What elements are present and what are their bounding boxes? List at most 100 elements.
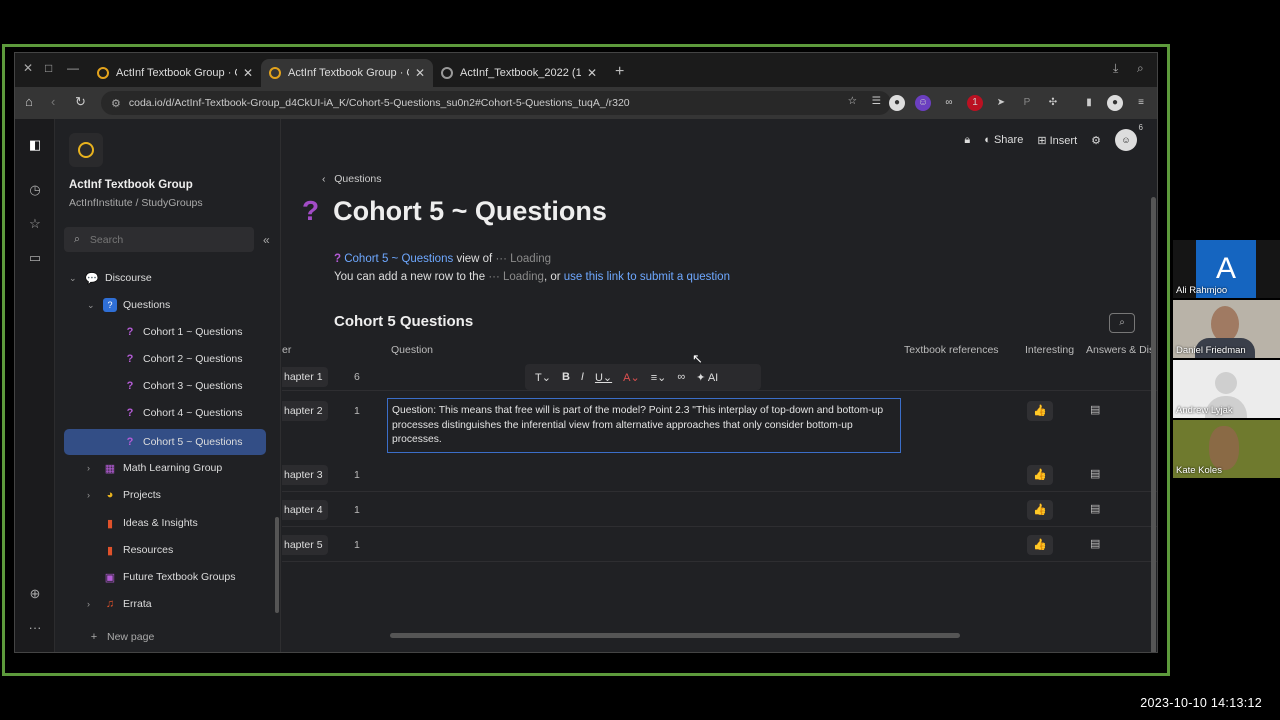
chapter-chip[interactable]: hapter 2 — [282, 401, 328, 421]
star-icon[interactable]: ☆ — [27, 216, 43, 232]
collapse-sidebar-icon[interactable]: « — [263, 233, 270, 247]
thumbs-up-icon[interactable]: 👍 — [1027, 401, 1053, 421]
sidebar-item-cohort-1[interactable]: ? Cohort 1 ~ Questions — [119, 319, 243, 345]
extension-p-icon[interactable]: P — [1019, 95, 1035, 111]
column-header-chapter[interactable]: er — [282, 344, 291, 356]
table-search-icon[interactable]: ⌕ — [1109, 313, 1135, 333]
sidebar-item-questions[interactable]: ⌄ ? Questions — [87, 292, 170, 318]
chevron-down-icon[interactable]: ⌄ — [69, 273, 81, 284]
reload-icon[interactable]: ↻ — [75, 94, 86, 110]
page-vertical-scrollbar[interactable] — [1151, 197, 1156, 652]
close-tab-icon[interactable]: ✕ — [243, 66, 253, 80]
chapter-chip[interactable]: hapter 4 — [282, 500, 328, 520]
document-icon[interactable]: ▤ — [1090, 403, 1100, 416]
extension-icon[interactable]: ☺ — [915, 95, 931, 111]
extension-arrow-icon[interactable]: ➤ — [993, 95, 1009, 111]
extension-badge-icon[interactable]: 1 — [967, 95, 983, 111]
table-row[interactable]: hapter 5 1 👍 ▤ — [282, 529, 1157, 562]
thumbs-up-icon[interactable]: 👍 — [1027, 535, 1053, 555]
text-color-icon[interactable]: A⌄ — [623, 371, 640, 384]
doc-logo-icon[interactable] — [69, 133, 103, 167]
share-button[interactable]: ◐ Share — [984, 134, 1023, 146]
column-header-question[interactable]: Question — [391, 344, 433, 356]
coda-logo-icon[interactable]: ◧ — [27, 137, 43, 153]
profile-icon[interactable]: ● — [1107, 95, 1123, 111]
tab-1[interactable]: ActInf Textbook Group · C ✕ — [89, 59, 261, 87]
extension-glasses-icon[interactable]: ∞ — [941, 95, 957, 111]
new-page-button[interactable]: + New page — [83, 624, 155, 650]
doc-path[interactable]: ActInfInstitute / StudyGroups — [69, 197, 203, 209]
avatar[interactable]: ☺ 6 — [1115, 123, 1143, 151]
participant-tile[interactable]: Andrew Lyjak — [1173, 360, 1280, 418]
sidebar-item-ideas-insights[interactable]: ▮ Ideas & Insights — [99, 510, 198, 536]
extension-avatar-icon[interactable]: ● — [889, 95, 905, 111]
site-info-icon[interactable]: ⚙ — [111, 97, 121, 110]
participant-tile[interactable]: Kate Koles — [1173, 420, 1280, 478]
doc-name[interactable]: ActInf Textbook Group — [69, 179, 193, 191]
sidebar-item-cohort-2[interactable]: ? Cohort 2 ~ Questions — [119, 346, 243, 372]
chevron-down-icon[interactable]: ⌄ — [87, 300, 99, 311]
tab-3[interactable]: ActInf_Textbook_2022 (1) ✕ — [433, 59, 605, 87]
sidebar-item-discourse[interactable]: ⌄ 💬 Discourse — [69, 265, 152, 291]
table-row[interactable]: hapter 3 1 👍 ▤ — [282, 459, 1157, 492]
table-horizontal-scrollbar[interactable] — [390, 633, 960, 638]
column-header-answers[interactable]: Answers & Dis — [1086, 344, 1154, 356]
close-tab-icon[interactable]: ✕ — [587, 66, 597, 80]
sidebar-item-cohort-5[interactable]: ? Cohort 5 ~ Questions — [64, 429, 266, 455]
settings-gear-icon[interactable]: ⚙ — [1091, 134, 1101, 147]
sidebar-item-future-textbook-groups[interactable]: ▣ Future Textbook Groups — [99, 564, 236, 590]
participant-tile[interactable]: Daniel Friedman — [1173, 300, 1280, 358]
lock-icon[interactable]: 🔒︎ — [964, 134, 970, 147]
thumbs-up-icon[interactable]: 👍 — [1027, 500, 1053, 520]
chevron-right-icon[interactable]: › — [87, 490, 99, 500]
insert-button[interactable]: ⊞ Insert — [1037, 134, 1077, 147]
maximize-icon[interactable]: □ — [45, 61, 52, 75]
back-icon[interactable]: ‹ — [51, 94, 55, 109]
breadcrumb[interactable]: ‹ Questions — [322, 173, 382, 185]
participant-tile[interactable]: A Ali Rahmjoo — [1173, 240, 1280, 298]
sidebar-item-errata[interactable]: › ♫ Errata — [87, 591, 152, 617]
chevron-right-icon[interactable]: › — [87, 463, 99, 473]
ai-button[interactable]: ✦ AI — [696, 371, 718, 384]
align-icon[interactable]: ≡⌄ — [651, 371, 667, 384]
underline-icon[interactable]: U⌄ — [595, 371, 612, 384]
menu-icon[interactable]: ≡ — [1133, 95, 1149, 111]
extensions-puzzle-icon[interactable]: ✣ — [1045, 95, 1061, 111]
table-row[interactable]: hapter 4 1 👍 ▤ — [282, 494, 1157, 527]
bold-icon[interactable]: B — [562, 371, 570, 383]
sidebar-item-cohort-4[interactable]: ? Cohort 4 ~ Questions — [119, 400, 243, 426]
reading-list-icon[interactable]: ☰ — [872, 95, 881, 107]
page-title[interactable]: ? Cohort 5 ~ Questions — [302, 195, 607, 227]
bookmark-star-icon[interactable]: ☆ — [848, 95, 857, 107]
chevron-right-icon[interactable]: › — [87, 599, 99, 609]
close-window-icon[interactable]: ✕ — [23, 61, 33, 75]
tab-search-icon[interactable]: ⤓ — [1113, 61, 1118, 76]
tab-2[interactable]: ActInf Textbook Group · C ✕ — [261, 59, 433, 87]
recent-icon[interactable]: ◷ — [27, 182, 43, 198]
home-icon[interactable]: ⌂ — [25, 94, 33, 109]
side-panel-icon[interactable]: ▮ — [1081, 95, 1097, 111]
sidebar-item-math-learning-group[interactable]: › ▦ Math Learning Group — [87, 455, 222, 481]
view-link[interactable]: Cohort 5 ~ Questions — [344, 253, 453, 265]
more-icon[interactable]: ··· — [27, 620, 43, 636]
sidebar-item-resources[interactable]: ▮ Resources — [99, 537, 173, 563]
sidebar-scrollbar[interactable] — [275, 517, 279, 613]
add-icon[interactable]: ⊕ — [27, 586, 43, 602]
submit-question-link[interactable]: use this link to submit a question — [564, 271, 730, 283]
question-cell-editor[interactable]: Question: This means that free will is p… — [387, 398, 901, 453]
column-header-textbook-references[interactable]: Textbook references — [904, 344, 999, 356]
link-icon[interactable]: ∞ — [677, 371, 685, 383]
new-tab-icon[interactable]: + — [615, 63, 624, 81]
document-icon[interactable]: ▤ — [1090, 502, 1100, 515]
document-icon[interactable]: ▤ — [1090, 537, 1100, 550]
italic-icon[interactable]: I — [581, 371, 584, 383]
document-icon[interactable]: ▤ — [1090, 467, 1100, 480]
minimize-icon[interactable]: — — [67, 61, 79, 75]
column-header-interesting[interactable]: Interesting — [1025, 344, 1074, 356]
sidebar-item-cohort-3[interactable]: ? Cohort 3 ~ Questions — [119, 373, 243, 399]
sidebar-item-projects[interactable]: › ◕ Projects — [87, 482, 161, 508]
thumbs-up-icon[interactable]: 👍 — [1027, 465, 1053, 485]
search-input[interactable]: ⌕ Search — [64, 227, 254, 252]
close-tab-icon[interactable]: ✕ — [415, 66, 425, 80]
search-icon[interactable]: ⌕ — [1137, 61, 1144, 76]
